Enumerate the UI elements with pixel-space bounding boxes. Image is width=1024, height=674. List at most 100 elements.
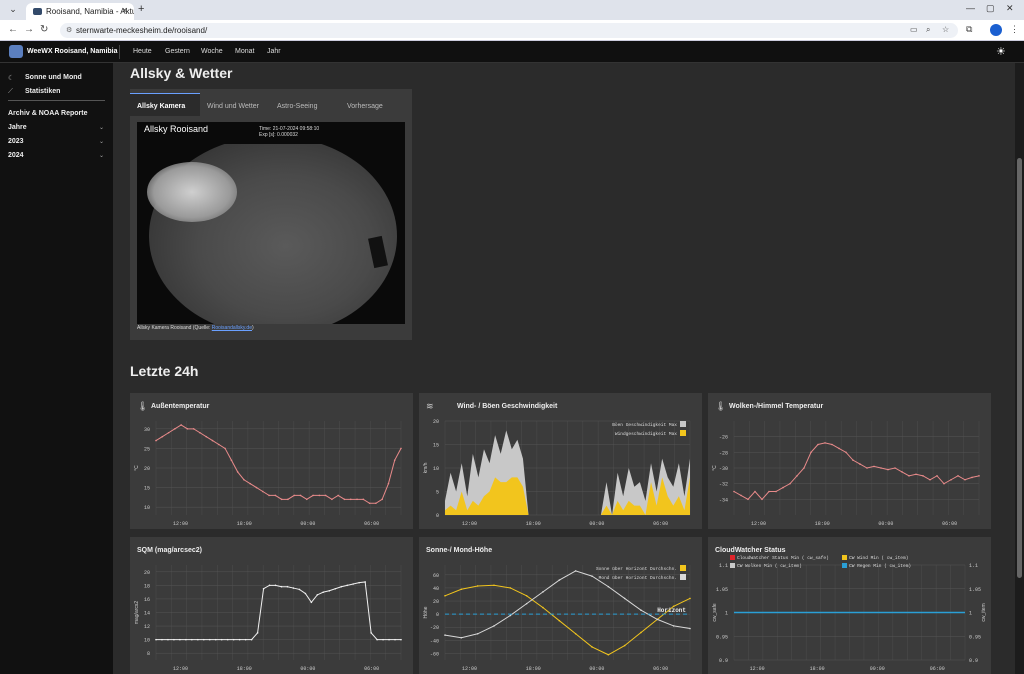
sidebar-item-sun-moon[interactable]: Sonne und Mond xyxy=(25,74,82,81)
nav-today[interactable]: Heute xyxy=(133,48,152,55)
y-tick-label: 20 xyxy=(433,419,439,425)
legend-swatch xyxy=(680,574,686,580)
forward-icon[interactable]: → xyxy=(24,24,34,35)
chevron-down-icon[interactable]: ⌄ xyxy=(99,152,104,159)
profile-avatar[interactable] xyxy=(990,24,1002,36)
series-point xyxy=(740,494,742,497)
bookmark-star-icon[interactable]: ☆ xyxy=(942,25,949,34)
nav-yesterday[interactable]: Gestern xyxy=(165,48,190,55)
series-point xyxy=(255,486,258,489)
x-tick-label: 12:00 xyxy=(751,521,766,527)
address-bar[interactable]: ⚙ sternwarte-meckesheim.de/rooisand/ ▭ ⌕… xyxy=(60,23,958,38)
y-tick-label: 15 xyxy=(433,443,439,449)
series-point xyxy=(250,638,253,641)
nav-month[interactable]: Monat xyxy=(235,48,254,55)
series-point xyxy=(810,451,812,454)
nav-divider xyxy=(119,45,120,59)
series-1-point xyxy=(509,614,512,617)
minimize-icon[interactable]: — xyxy=(966,3,975,13)
legend-label: CW Regen Min ( cw_item) xyxy=(849,563,911,569)
series-1-point xyxy=(558,579,561,581)
maximize-icon[interactable]: ▢ xyxy=(986,3,995,14)
site-info-icon[interactable]: ⚙ xyxy=(66,26,72,34)
series-point xyxy=(205,435,208,438)
y-tick-label: 20 xyxy=(144,466,150,472)
series-point xyxy=(280,498,283,501)
series-0-point xyxy=(591,646,593,648)
y-tick-label: 20 xyxy=(433,599,439,605)
legend-label: CW Wind Min ( cw_item) xyxy=(849,555,908,561)
nav-week[interactable]: Woche xyxy=(201,48,223,55)
y-tick-label: -26 xyxy=(719,435,728,441)
legend-label: CloudWatcher Status Min ( cw_safe) xyxy=(737,555,829,561)
y2-tick-label: 1.05 xyxy=(969,587,981,593)
series-point xyxy=(261,490,264,493)
series-1-point xyxy=(656,618,659,621)
series-point xyxy=(268,584,271,587)
series-0-point xyxy=(460,588,463,591)
scrollbar-thumb[interactable] xyxy=(1017,158,1022,578)
series-point xyxy=(173,638,175,641)
tab-astro-seeing[interactable]: Astro-Seeing xyxy=(277,103,317,110)
sidebar-group-2023[interactable]: 2023 xyxy=(8,138,24,145)
series-1-point xyxy=(640,609,642,612)
sidebar-group-2024[interactable]: 2024 xyxy=(8,152,24,159)
series-point xyxy=(220,638,223,641)
series-point xyxy=(155,439,157,442)
close-window-icon[interactable]: ✕ xyxy=(1006,3,1014,14)
series-point xyxy=(292,587,295,589)
zoom-icon[interactable]: ⌕ xyxy=(926,25,930,35)
y-tick-label: 8 xyxy=(147,651,150,657)
theme-toggle-icon[interactable]: ☀ xyxy=(996,45,1006,58)
y-tick-label: 20 xyxy=(144,570,150,576)
x-tick-label: 18:00 xyxy=(526,666,541,672)
series-point xyxy=(349,498,352,501)
extensions-icon[interactable]: ⧉ xyxy=(966,24,972,35)
sidebar-item-statistics[interactable]: Statistiken xyxy=(25,88,60,95)
series-point xyxy=(887,468,889,471)
series-point xyxy=(873,465,875,468)
horizon-annotation: Horizont xyxy=(657,607,686,614)
series-point xyxy=(191,638,193,641)
favicon-icon xyxy=(33,8,42,15)
camera-caption: Allsky Kamera Rooisand (Quelle: Rooisand… xyxy=(137,325,254,331)
tab-allsky-camera[interactable]: Allsky Kamera xyxy=(137,103,185,110)
series-point xyxy=(894,467,896,469)
site-brand[interactable]: WeeWX Rooisand, Namibia xyxy=(27,48,118,55)
series-point xyxy=(299,494,302,497)
tab-wind-weather[interactable]: Wind und Wetter xyxy=(207,103,259,110)
nav-year[interactable]: Jahr xyxy=(267,48,281,55)
allsky-card: Allsky Kamera Wind und Wetter Astro-Seei… xyxy=(130,89,412,340)
chevron-down-icon[interactable]: ⌄ xyxy=(99,138,104,145)
reload-icon[interactable]: ↻ xyxy=(40,24,48,35)
tab-forecast[interactable]: Vorhersage xyxy=(347,103,383,110)
y-tick-label: -34 xyxy=(719,497,728,503)
cloudwatcher-chart: 0.9 0.9 0.95 0.95 1 1 1.05 1.05 1.1 1.1 12:00 18:00… xyxy=(712,555,987,672)
y2-tick-label: 0.95 xyxy=(969,634,981,640)
series-point xyxy=(298,588,301,591)
cast-icon[interactable]: ▭ xyxy=(910,25,918,34)
chart-card-temp: 🌡 Außentemperatur 10 15 20 25 30 12:00 18:00 00… xyxy=(130,393,413,529)
tab-search-button[interactable]: ⌄ xyxy=(6,4,20,16)
x-tick-label: 06:00 xyxy=(942,521,957,527)
menu-dots-icon[interactable]: ⋮ xyxy=(1010,24,1019,35)
close-tab-icon[interactable]: ✕ xyxy=(121,6,128,15)
weewx-logo-icon[interactable] xyxy=(9,45,23,58)
page-scrollbar[interactable] xyxy=(1015,63,1024,674)
caption-source-link[interactable]: Rooisandallsky.de xyxy=(212,325,252,331)
new-tab-button[interactable]: + xyxy=(138,3,144,15)
browser-tab[interactable]: Rooisand, Namibia - Aktuelle W ✕ xyxy=(26,3,134,20)
series-0-point xyxy=(689,597,691,600)
series-point xyxy=(761,498,763,501)
series-point xyxy=(155,638,157,641)
series-point xyxy=(346,584,349,587)
series-0-point xyxy=(525,594,528,597)
sidebar-group-years[interactable]: Jahre xyxy=(8,124,27,131)
sidebar-reports-heading: Archiv & NOAA Reporte xyxy=(8,110,88,117)
chevron-down-icon[interactable]: ⌄ xyxy=(99,124,104,131)
series-point xyxy=(192,428,195,430)
series-point xyxy=(305,498,308,501)
sky-glow xyxy=(147,162,237,222)
back-icon[interactable]: ← xyxy=(8,24,18,35)
series-1-point xyxy=(476,632,479,635)
